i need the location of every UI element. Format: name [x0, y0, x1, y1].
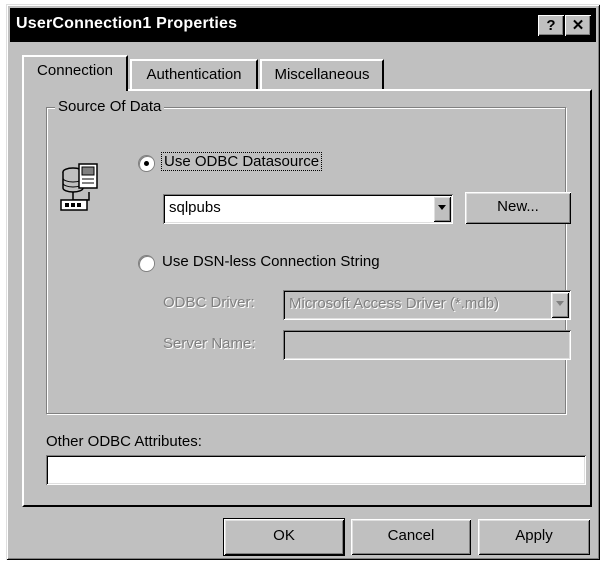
properties-dialog: UserConnection1 Properties ? ✕ Connectio…	[6, 4, 600, 560]
tab-miscellaneous[interactable]: Miscellaneous	[260, 59, 384, 89]
use-dsnless-connection-radio[interactable]	[139, 256, 154, 271]
radio-selected-dot	[144, 161, 149, 166]
apply-button[interactable]: Apply	[478, 519, 590, 555]
other-odbc-attributes-label: Other ODBC Attributes:	[46, 433, 202, 450]
use-odbc-datasource-label[interactable]: Use ODBC Datasource	[160, 152, 323, 171]
title-bar: UserConnection1 Properties ? ✕	[10, 8, 596, 42]
close-button[interactable]: ✕	[565, 15, 591, 36]
help-button[interactable]: ?	[538, 15, 564, 36]
apply-button-label: Apply	[515, 527, 553, 544]
datasource-value: sqlpubs	[169, 199, 221, 216]
tab-miscellaneous-label: Miscellaneous	[274, 66, 370, 83]
tab-authentication[interactable]: Authentication	[130, 59, 258, 89]
source-of-data-group: Source Of Data Use ODBC Datasource sqlpu…	[46, 98, 571, 414]
cancel-button-label: Cancel	[387, 527, 435, 544]
odbc-driver-dropdown-arrow[interactable]	[551, 292, 569, 318]
other-odbc-attributes-input[interactable]	[46, 455, 586, 485]
use-odbc-datasource-radio[interactable]	[139, 156, 154, 171]
odbc-driver-combobox[interactable]: Microsoft Access Driver (*.mdb)	[283, 290, 571, 320]
tab-authentication-label: Authentication	[146, 66, 242, 83]
source-of-data-title: Source Of Data	[55, 98, 165, 115]
server-name-input[interactable]	[283, 330, 571, 360]
odbc-driver-value: Microsoft Access Driver (*.mdb)	[289, 295, 500, 312]
odbc-driver-label: ODBC Driver:	[163, 294, 255, 311]
tab-connection[interactable]: Connection	[22, 55, 128, 91]
tab-connection-label: Connection	[37, 62, 113, 79]
datasource-combobox[interactable]: sqlpubs	[163, 194, 453, 224]
connection-tab-panel: Source Of Data Use ODBC Datasource sqlpu…	[22, 89, 592, 507]
new-datasource-button[interactable]: New...	[465, 192, 571, 224]
server-name-label: Server Name:	[163, 335, 256, 352]
datasource-dropdown-arrow[interactable]	[433, 196, 451, 222]
database-server-icon	[59, 158, 101, 214]
ok-button-label: OK	[273, 527, 295, 544]
window-title: UserConnection1 Properties	[16, 15, 238, 32]
use-dsnless-connection-label[interactable]: Use DSN-less Connection String	[162, 253, 380, 270]
ok-button[interactable]: OK	[224, 519, 344, 555]
cancel-button[interactable]: Cancel	[351, 519, 471, 555]
